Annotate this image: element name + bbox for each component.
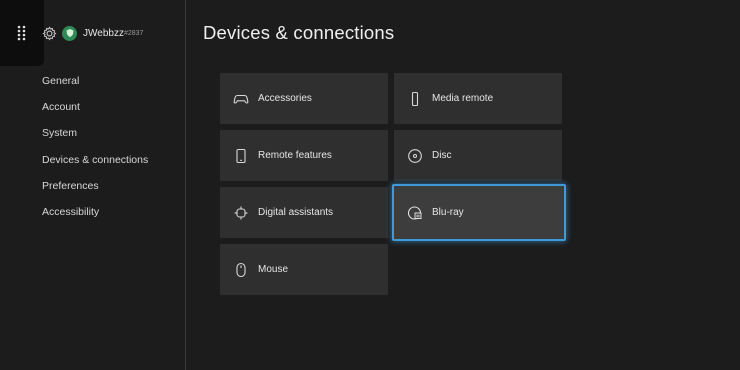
tile-accessories[interactable]: Accessories [220,73,388,124]
bluray-icon [407,205,423,221]
mouse-icon [233,262,249,278]
remote-icon [407,91,423,107]
tile-mouse[interactable]: Mouse [220,244,388,295]
settings-nav: General Account System Devices & connect… [42,74,148,231]
nav-item-devices-connections[interactable]: Devices & connections [42,153,148,179]
gear-icon [42,26,57,40]
tile-label: Remote features [258,150,332,161]
tile-label: Disc [432,150,452,161]
avatar [62,25,77,41]
tile-digital-assistants[interactable]: Digital assistants [220,187,388,238]
tile-media-remote[interactable]: Media remote [394,73,562,124]
nav-item-preferences[interactable]: Preferences [42,179,148,205]
sidebar: JWebbzz #2837 General Account System Dev… [0,0,186,370]
tile-label: Accessories [258,93,312,104]
guide-dots-icon [17,25,26,41]
nav-item-accessibility[interactable]: Accessibility [42,205,148,231]
page-title: Devices & connections [203,22,395,43]
tile-label: Media remote [432,93,494,104]
phone-icon [233,148,249,164]
gamertag-suffix: #2837 [123,29,144,37]
tile-label: Blu-ray [432,207,464,218]
tile-label: Mouse [258,264,289,275]
tile-bluray[interactable]: Blu-ray [392,184,566,241]
tile-remote-features[interactable]: Remote features [220,130,388,181]
controller-icon [233,91,249,107]
nav-item-account[interactable]: Account [42,100,148,126]
tile-disc[interactable]: Disc [394,130,562,181]
guide-button[interactable] [0,0,44,66]
disc-icon [407,148,423,164]
profile[interactable]: JWebbzz #2837 [42,24,143,42]
assistant-icon [233,205,249,221]
avatar-shield-icon [66,29,73,37]
nav-item-general[interactable]: General [42,74,148,100]
gamertag: JWebbzz [83,27,124,39]
tile-label: Digital assistants [258,207,334,218]
nav-item-system[interactable]: System [42,126,148,152]
